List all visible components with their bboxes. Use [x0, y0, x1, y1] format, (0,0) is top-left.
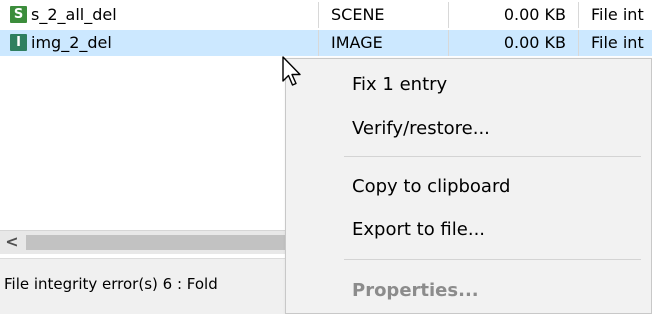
type-cell: SCENE	[318, 2, 448, 28]
scrollbar-thumb[interactable]	[26, 235, 296, 250]
name-cell: Ss_2_all_del	[10, 2, 308, 28]
table-row[interactable]: Ss_2_all_del SCENE 0.00 KB File int	[0, 2, 652, 28]
context-menu: Fix 1 entry Verify/restore... Copy to cl…	[285, 58, 652, 314]
name-cell: Iimg_2_del	[10, 30, 308, 56]
table-row-selected[interactable]: Iimg_2_del IMAGE 0.00 KB File int	[0, 30, 652, 56]
scroll-left-icon[interactable]: <	[0, 231, 24, 255]
menu-item-verify-restore[interactable]: Verify/restore...	[352, 114, 490, 144]
menu-item-copy-clipboard[interactable]: Copy to clipboard	[352, 172, 510, 202]
size-cell: 0.00 KB	[448, 30, 578, 56]
description-cell: File int	[578, 30, 652, 56]
mouse-pointer-icon	[282, 56, 301, 86]
item-name: img_2_del	[31, 33, 112, 52]
menu-item-export-file[interactable]: Export to file...	[352, 215, 485, 245]
menu-item-properties: Properties...	[352, 280, 479, 301]
menu-separator	[344, 259, 641, 260]
scene-type-icon: S	[10, 5, 27, 23]
description-cell: File int	[578, 2, 652, 28]
size-cell: 0.00 KB	[448, 2, 578, 28]
menu-item-fix-entry[interactable]: Fix 1 entry	[352, 70, 447, 100]
type-cell: IMAGE	[318, 30, 448, 56]
status-text: File integrity error(s) 6 : Fold	[4, 275, 218, 293]
item-name: s_2_all_del	[31, 5, 117, 24]
image-type-icon: I	[10, 33, 27, 51]
menu-separator	[344, 156, 641, 157]
